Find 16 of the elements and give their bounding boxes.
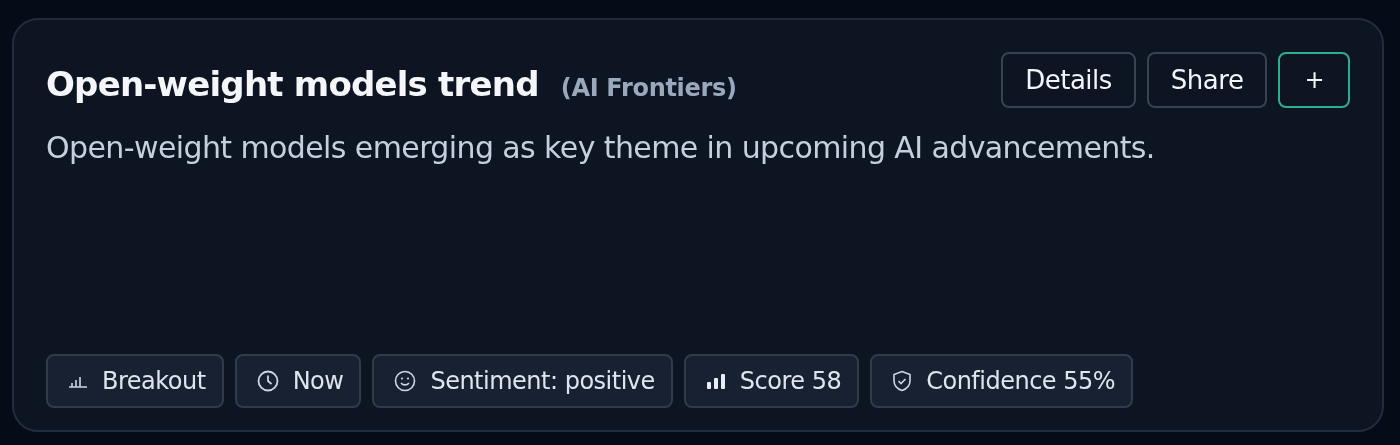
tag-label: Score 58 bbox=[739, 367, 842, 395]
action-button[interactable]: Details bbox=[1001, 52, 1136, 108]
smiley-icon bbox=[394, 370, 417, 392]
tag-label: Sentiment: positive bbox=[430, 367, 655, 395]
action-button[interactable]: Share bbox=[1146, 52, 1268, 108]
bar-chart-icon bbox=[68, 374, 88, 388]
add-button[interactable]: + bbox=[1278, 52, 1350, 108]
signal-bars-icon bbox=[705, 373, 726, 389]
clock-icon bbox=[256, 370, 279, 392]
tag-label: Breakout bbox=[102, 367, 206, 395]
tag-label: Confidence 55% bbox=[926, 367, 1116, 395]
tag-label: Now bbox=[292, 367, 344, 395]
source-label: (AI Frontiers) bbox=[560, 74, 737, 102]
card-description: Open-weight models emerging as key theme in upcoming AI advancements. bbox=[46, 130, 1156, 165]
shield-check-icon bbox=[892, 370, 913, 392]
card-title: Open-weight models trend bbox=[46, 64, 539, 104]
